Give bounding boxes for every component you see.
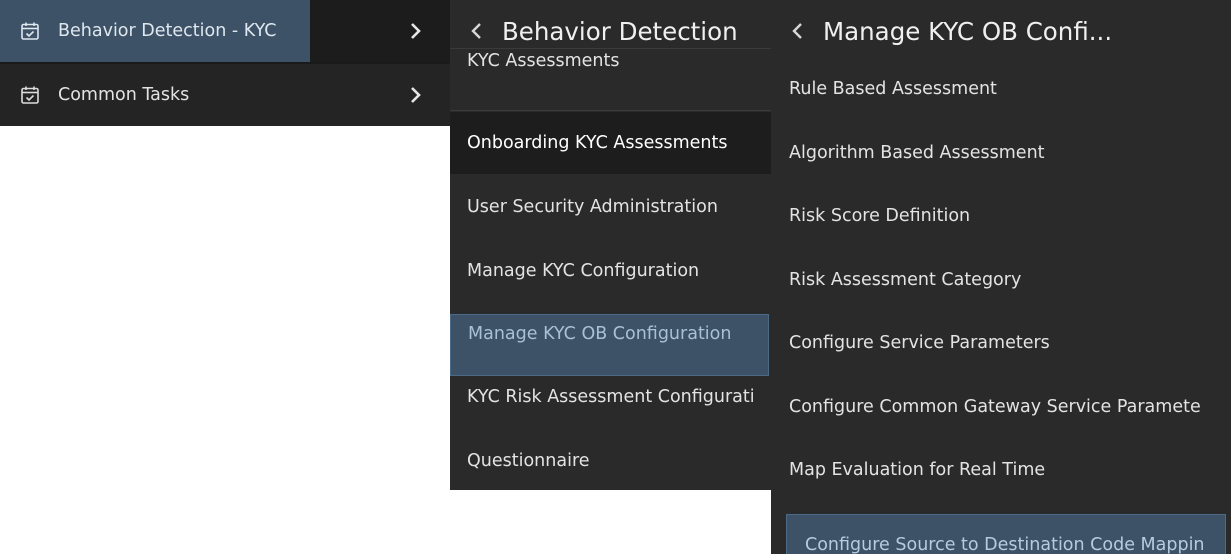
chevron-left-icon[interactable] <box>470 20 484 42</box>
menu-item-algorithm-based-assessment[interactable]: Algorithm Based Assessment <box>771 122 1231 184</box>
chevron-left-icon[interactable] <box>791 20 805 42</box>
menu-item-risk-score-definition[interactable]: Risk Score Definition <box>771 185 1231 247</box>
menu-item-label: Configure Service Parameters <box>789 333 1050 353</box>
menu-item-configure-common-gateway-service-parameters[interactable]: Configure Common Gateway Service Paramet… <box>771 376 1231 438</box>
calendar-check-icon <box>21 86 39 104</box>
menu-item-label: Onboarding KYC Assessments <box>467 133 728 153</box>
menu-item-label: Manage KYC OB Configuration <box>468 324 732 344</box>
menu-item-onboarding-kyc-assessments[interactable]: Onboarding KYC Assessments <box>450 112 771 174</box>
menu-item-risk-assessment-category[interactable]: Risk Assessment Category <box>771 249 1231 311</box>
config-submenu-panel: Manage KYC OB Confi... Rule Based Assess… <box>771 0 1231 554</box>
nav-item-behavior-detection-kyc[interactable]: Behavior Detection - KYC <box>0 0 450 62</box>
divider <box>450 48 771 49</box>
chevron-right-icon[interactable] <box>408 19 424 43</box>
nav-item-label: Common Tasks <box>58 85 190 105</box>
nav-item-common-tasks[interactable]: Common Tasks <box>0 64 450 126</box>
calendar-check-icon <box>21 22 39 40</box>
config-submenu-title: Manage KYC OB Confi... <box>823 16 1113 46</box>
menu-item-label: KYC Risk Assessment Configurati <box>467 387 755 407</box>
nav-item-label: Behavior Detection - KYC <box>58 21 277 41</box>
menu-item-kyc-assessments[interactable]: KYC Assessments <box>450 50 771 112</box>
menu-item-map-evaluation-for-real-time[interactable]: Map Evaluation for Real Time <box>771 439 1231 501</box>
menu-item-label: Algorithm Based Assessment <box>789 143 1045 163</box>
submenu-panel: Behavior Detection KYC Assessments Onboa… <box>450 0 771 490</box>
menu-item-label: Manage KYC Configuration <box>467 261 700 281</box>
menu-item-user-security-administration[interactable]: User Security Administration <box>450 176 771 238</box>
menu-item-label: Rule Based Assessment <box>789 79 997 99</box>
menu-item-label: Configure Source to Destination Code Map… <box>805 535 1205 554</box>
menu-item-configure-service-parameters[interactable]: Configure Service Parameters <box>771 312 1231 374</box>
menu-item-label: User Security Administration <box>467 197 718 217</box>
chevron-right-icon[interactable] <box>408 83 424 107</box>
menu-item-label: Map Evaluation for Real Time <box>789 460 1046 480</box>
menu-item-rule-based-assessment[interactable]: Rule Based Assessment <box>771 58 1231 120</box>
menu-item-label: Configure Common Gateway Service Paramet… <box>789 397 1201 417</box>
menu-item-label: Risk Assessment Category <box>789 270 1022 290</box>
divider <box>450 110 771 111</box>
menu-item-label: Questionnaire <box>467 451 590 471</box>
menu-item-label: Risk Score Definition <box>789 206 971 226</box>
menu-item-kyc-risk-assessment-configuration[interactable]: KYC Risk Assessment Configurati <box>450 366 771 428</box>
menu-item-manage-kyc-configuration[interactable]: Manage KYC Configuration <box>450 240 771 302</box>
menu-item-configure-source-to-destination-code-mapping[interactable]: Configure Source to Destination Code Map… <box>786 514 1226 554</box>
row-dark-segment <box>310 0 450 62</box>
main-navigation-panel: Behavior Detection - KYC Common Tasks <box>0 0 450 126</box>
menu-item-questionnaire[interactable]: Questionnaire <box>450 430 771 490</box>
submenu-title: Behavior Detection <box>502 16 738 46</box>
menu-item-label: KYC Assessments <box>467 51 620 71</box>
config-submenu-header[interactable]: Manage KYC OB Confi... <box>771 0 1231 62</box>
